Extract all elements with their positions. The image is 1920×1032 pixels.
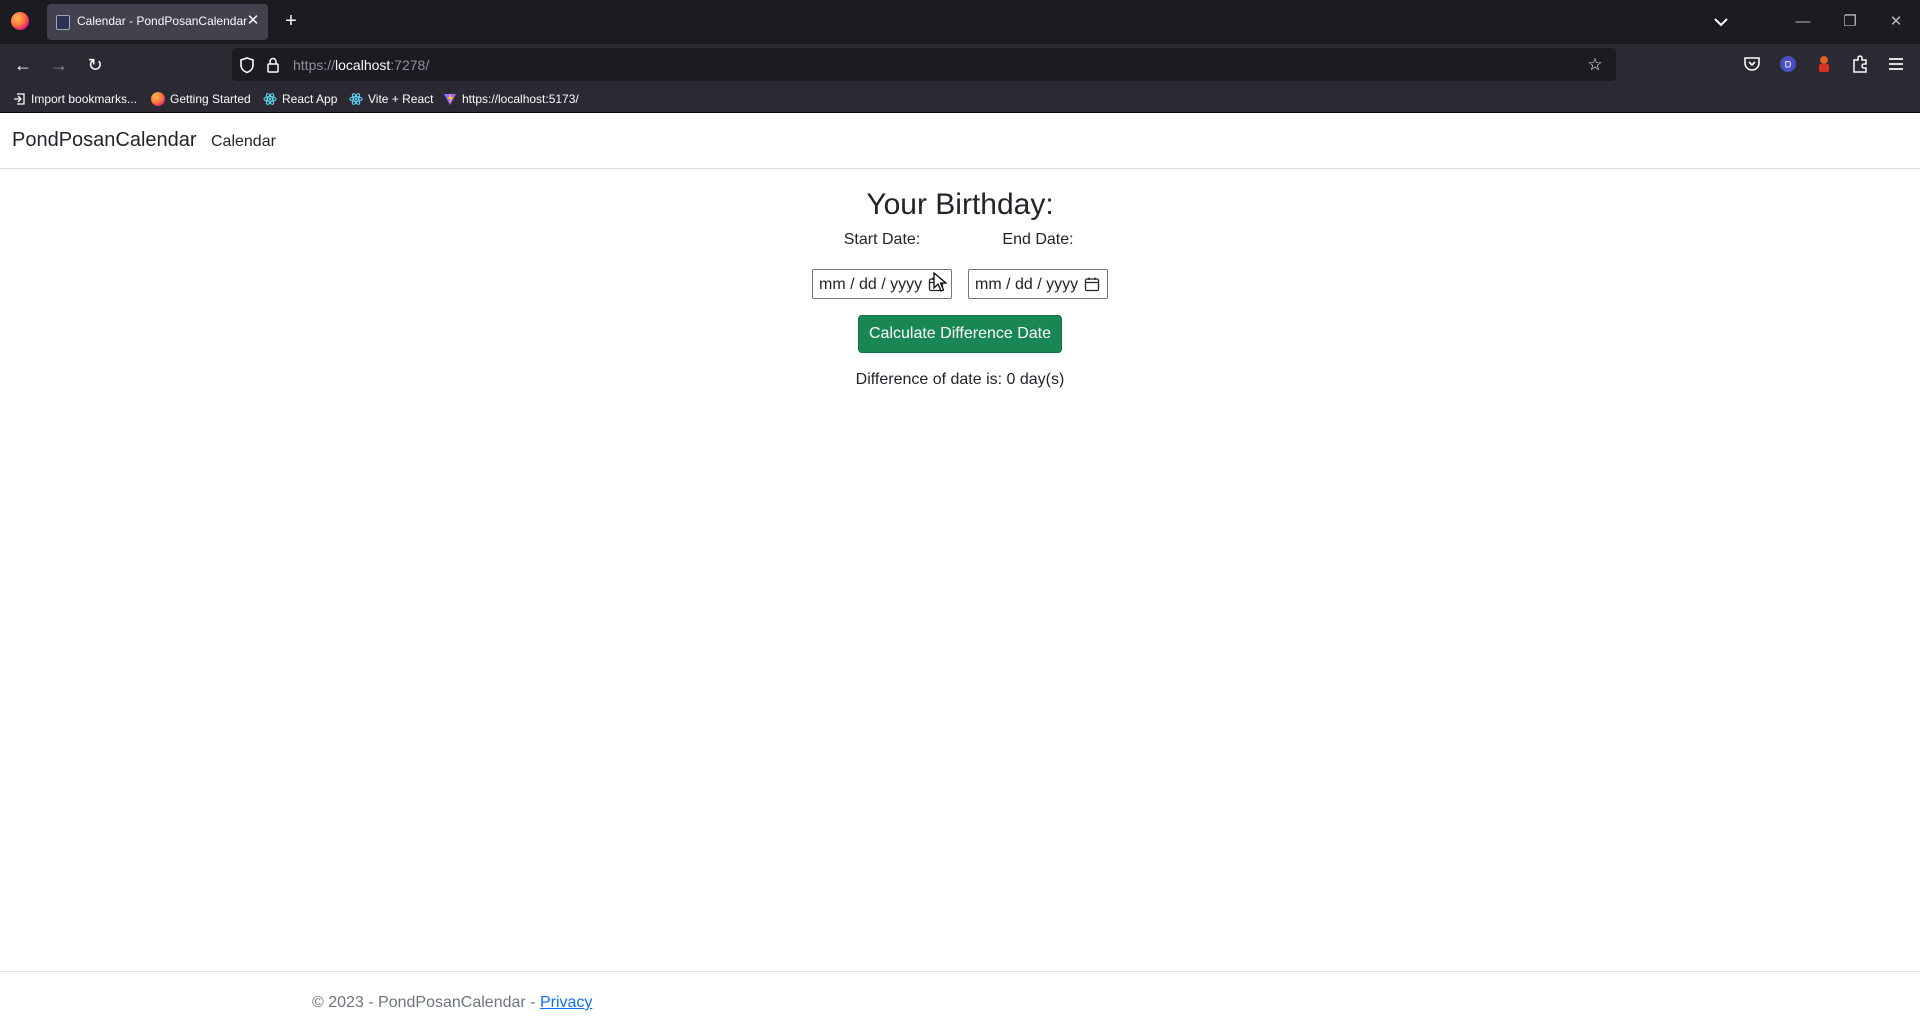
difference-result-text: Difference of date is: 0 day(s) xyxy=(855,371,1065,388)
start-date-input[interactable]: mm / dd / yyyy xyxy=(812,269,952,299)
url-text[interactable]: https://localhost:7278/ xyxy=(293,57,429,73)
tab-title: Calendar - PondPosanCalendar xyxy=(77,14,248,28)
firefox-icon xyxy=(151,92,165,106)
address-bar[interactable]: https://localhost:7278/ ☆ xyxy=(232,48,1616,81)
tab-close-icon[interactable]: ✕ xyxy=(244,11,262,31)
new-tab-icon[interactable]: + xyxy=(280,10,302,32)
calendar-icon[interactable] xyxy=(1084,276,1100,292)
bookmark-localhost-5173[interactable]: https://localhost:5173/ xyxy=(443,90,579,108)
bookmark-react-app[interactable]: React App xyxy=(263,90,337,108)
end-date-input[interactable]: mm / dd / yyyy xyxy=(968,269,1108,299)
privacy-link[interactable]: Privacy xyxy=(540,994,592,1011)
end-date-label: End Date: xyxy=(1002,231,1074,248)
bookmark-import[interactable]: Import bookmarks... xyxy=(12,90,137,108)
page-title: Your Birthday: xyxy=(866,188,1054,221)
mouse-cursor-icon xyxy=(933,272,947,292)
nav-link-calendar[interactable]: Calendar xyxy=(211,133,276,151)
forward-icon[interactable]: → xyxy=(46,52,72,78)
react-icon xyxy=(263,93,277,105)
pocket-icon[interactable] xyxy=(1740,52,1764,76)
lock-icon[interactable] xyxy=(264,56,282,74)
main-content: Your Birthday: Start Date: End Date: mm … xyxy=(0,170,1920,970)
brand-link[interactable]: PondPosanCalendar xyxy=(12,129,197,152)
restore-icon[interactable]: ❐ xyxy=(1838,10,1862,34)
end-date-placeholder: mm / dd / yyyy xyxy=(975,276,1079,293)
extension-avatar-icon[interactable] xyxy=(1812,52,1836,76)
browser-toolbar: ← → ↻ https://localhost:7278/ ☆ D xyxy=(0,44,1920,85)
start-date-label: Start Date: xyxy=(843,231,921,248)
minimize-icon[interactable]: — xyxy=(1791,10,1815,34)
start-date-placeholder: mm / dd / yyyy xyxy=(819,276,923,293)
profile-avatar-icon[interactable]: D xyxy=(1776,52,1800,76)
vite-icon xyxy=(444,93,456,105)
import-icon xyxy=(14,93,25,105)
react-icon xyxy=(349,93,363,105)
page-favicon-icon xyxy=(56,15,70,30)
site-navbar: PondPosanCalendar Calendar xyxy=(0,113,1920,169)
extensions-puzzle-icon[interactable] xyxy=(1848,52,1872,76)
bookmark-vite-react[interactable]: Vite + React xyxy=(349,90,433,108)
hamburger-menu-icon[interactable] xyxy=(1884,52,1908,76)
active-tab[interactable]: Calendar - PondPosanCalendar ✕ xyxy=(47,4,268,40)
calculate-difference-button[interactable]: Calculate Difference Date xyxy=(858,315,1062,353)
bookmark-getting-started[interactable]: Getting Started xyxy=(151,90,251,108)
browser-tab-bar: Calendar - PondPosanCalendar ✕ + — ❐ ✕ xyxy=(0,0,1920,44)
back-icon[interactable]: ← xyxy=(10,52,36,78)
site-footer: © 2023 - PondPosanCalendar - Privacy xyxy=(0,971,1920,1032)
bookmarks-toolbar: Import bookmarks... Getting Started Reac… xyxy=(0,85,1920,113)
window-close-icon[interactable]: ✕ xyxy=(1884,10,1908,34)
bookmark-star-icon[interactable]: ☆ xyxy=(1585,55,1605,75)
footer-text: © 2023 - PondPosanCalendar - Privacy xyxy=(312,994,593,1011)
reload-icon[interactable]: ↻ xyxy=(82,52,108,78)
svg-text:D: D xyxy=(1785,61,1792,71)
tracking-shield-icon[interactable] xyxy=(238,56,256,74)
tab-list-chevron-icon[interactable] xyxy=(1709,10,1733,34)
firefox-logo-icon[interactable] xyxy=(11,12,29,30)
